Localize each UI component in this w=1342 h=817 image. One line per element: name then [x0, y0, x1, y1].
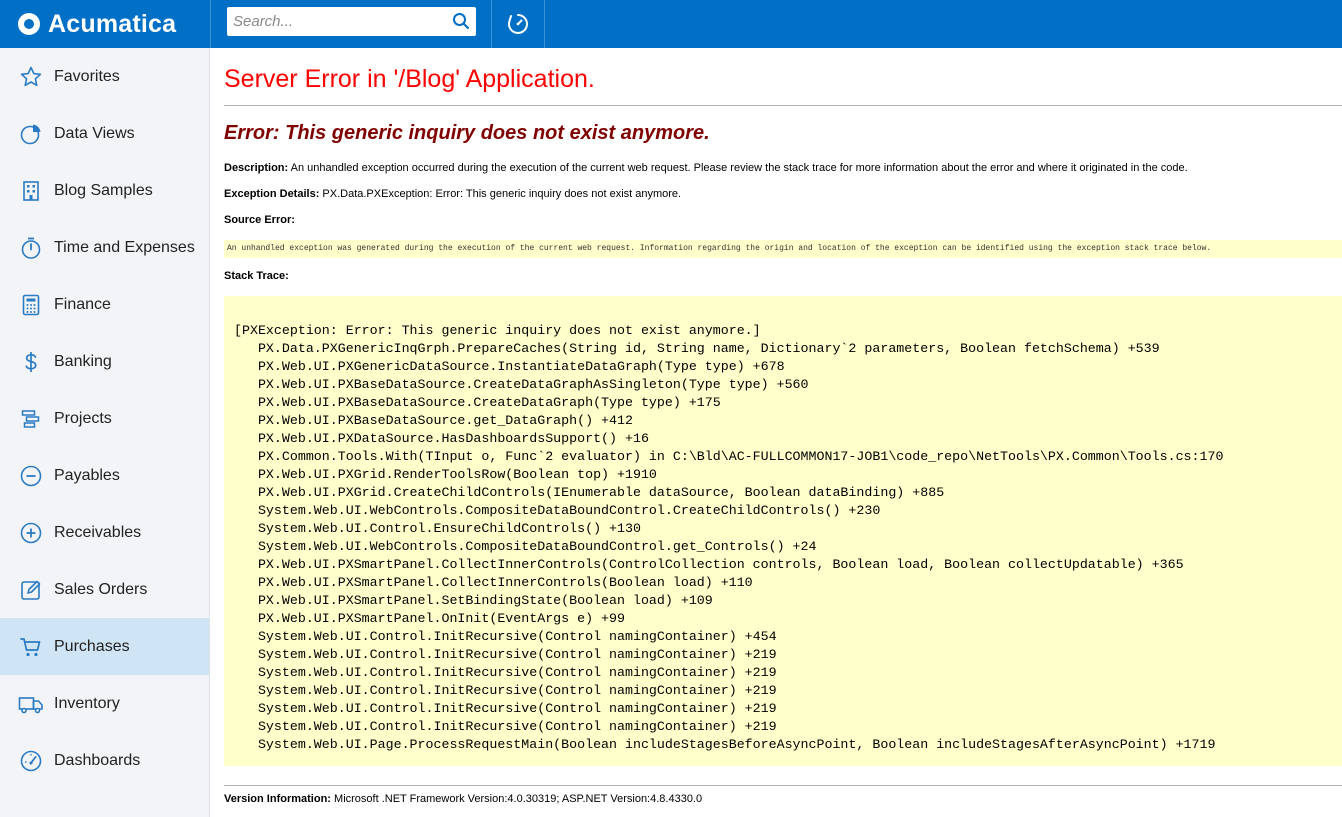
sidebar-item-label: Finance	[54, 295, 111, 313]
history-icon	[508, 14, 528, 34]
sidebar-item-label: Projects	[54, 409, 112, 427]
divider	[544, 0, 545, 48]
sidebar-item-label: Payables	[54, 466, 120, 484]
sidebar-item-label: Data Views	[54, 124, 135, 142]
cart-icon	[18, 634, 44, 660]
sidebar-item-label: Banking	[54, 352, 112, 370]
sidebar-item-data-views[interactable]: Data Views	[0, 105, 209, 162]
sidebar-item-finance[interactable]: Finance	[0, 276, 209, 333]
stack-trace-heading: Stack Trace:	[224, 270, 289, 282]
brand-name: Acumatica	[48, 9, 177, 38]
exception-text: PX.Data.PXException: Error: This generic…	[319, 188, 682, 200]
error-page: Server Error in '/Blog' Application. Err…	[211, 48, 1342, 817]
stack-trace-label: Stack Trace:	[224, 270, 289, 282]
plus-circle-icon	[18, 520, 44, 546]
gauge-icon	[18, 748, 44, 774]
sidebar-item-favorites[interactable]: Favorites	[0, 48, 209, 105]
truck-icon	[18, 691, 44, 717]
sidebar-item-projects[interactable]: Projects	[0, 390, 209, 447]
history-button[interactable]	[492, 0, 544, 48]
sidebar-item-receivables[interactable]: Receivables	[0, 504, 209, 561]
page-title: Server Error in '/Blog' Application.	[224, 65, 595, 93]
sidebar-item-label: Dashboards	[54, 751, 141, 769]
dollar-icon	[18, 349, 44, 375]
sidebar-item-label: Purchases	[54, 637, 130, 655]
search-icon[interactable]	[452, 12, 470, 30]
gantt-icon	[18, 406, 44, 432]
sidebar-item-time-and-expenses[interactable]: Time and Expenses	[0, 219, 209, 276]
calculator-icon	[18, 292, 44, 318]
sidebar-item-dashboards[interactable]: Dashboards	[0, 732, 209, 789]
sidebar-item-label: Time and Expenses	[54, 238, 195, 256]
version-text: Microsoft .NET Framework Version:4.0.303…	[330, 793, 703, 805]
top-bar: Acumatica	[0, 0, 1342, 48]
exception-label: Exception Details:	[224, 188, 320, 200]
description-line: Description: An unhandled exception occu…	[224, 162, 1188, 174]
sidebar-item-label: Favorites	[54, 67, 120, 85]
sidebar-item-blog-samples[interactable]: Blog Samples	[0, 162, 209, 219]
stack-trace-text: [PXException: Error: This generic inquir…	[234, 323, 1224, 752]
sidebar-item-sales-orders[interactable]: Sales Orders	[0, 561, 209, 618]
sidebar-item-payables[interactable]: Payables	[0, 447, 209, 504]
source-error-box: An unhandled exception was generated dur…	[224, 240, 1342, 258]
sidebar-item-label: Blog Samples	[54, 181, 153, 199]
source-error-heading: Source Error:	[224, 214, 295, 226]
acumatica-logo[interactable]: Acumatica	[0, 0, 210, 48]
exception-details-line: Exception Details: PX.Data.PXException: …	[224, 188, 681, 200]
divider	[224, 785, 1342, 786]
sidebar-item-label: Sales Orders	[54, 580, 148, 598]
version-info-line: Version Information: Microsoft .NET Fram…	[224, 793, 702, 805]
divider	[224, 105, 1342, 106]
description-text: An unhandled exception occurred during t…	[288, 162, 1188, 174]
building-icon	[18, 178, 44, 204]
source-error-label: Source Error:	[224, 214, 295, 226]
sidebar-item-purchases[interactable]: Purchases	[0, 618, 209, 675]
pencil-square-icon	[18, 577, 44, 603]
logo-icon	[18, 13, 40, 35]
error-title: Error: This generic inquiry does not exi…	[224, 122, 710, 144]
sidebar-item-label: Receivables	[54, 523, 142, 541]
sidebar-item-banking[interactable]: Banking	[0, 333, 209, 390]
divider	[210, 0, 211, 48]
sidebar: Favorites Data Views Blog Samples Time a…	[0, 48, 210, 817]
version-label: Version Information:	[224, 793, 331, 805]
search-box[interactable]	[227, 7, 476, 36]
minus-circle-icon	[18, 463, 44, 489]
sidebar-item-label: Inventory	[54, 694, 120, 712]
description-label: Description:	[224, 162, 289, 174]
pie-chart-icon	[18, 121, 44, 147]
stopwatch-icon	[18, 235, 44, 261]
stack-trace-box: [PXException: Error: This generic inquir…	[224, 296, 1342, 766]
sidebar-item-inventory[interactable]: Inventory	[0, 675, 209, 732]
search-input[interactable]	[227, 7, 442, 36]
star-icon	[18, 64, 44, 90]
